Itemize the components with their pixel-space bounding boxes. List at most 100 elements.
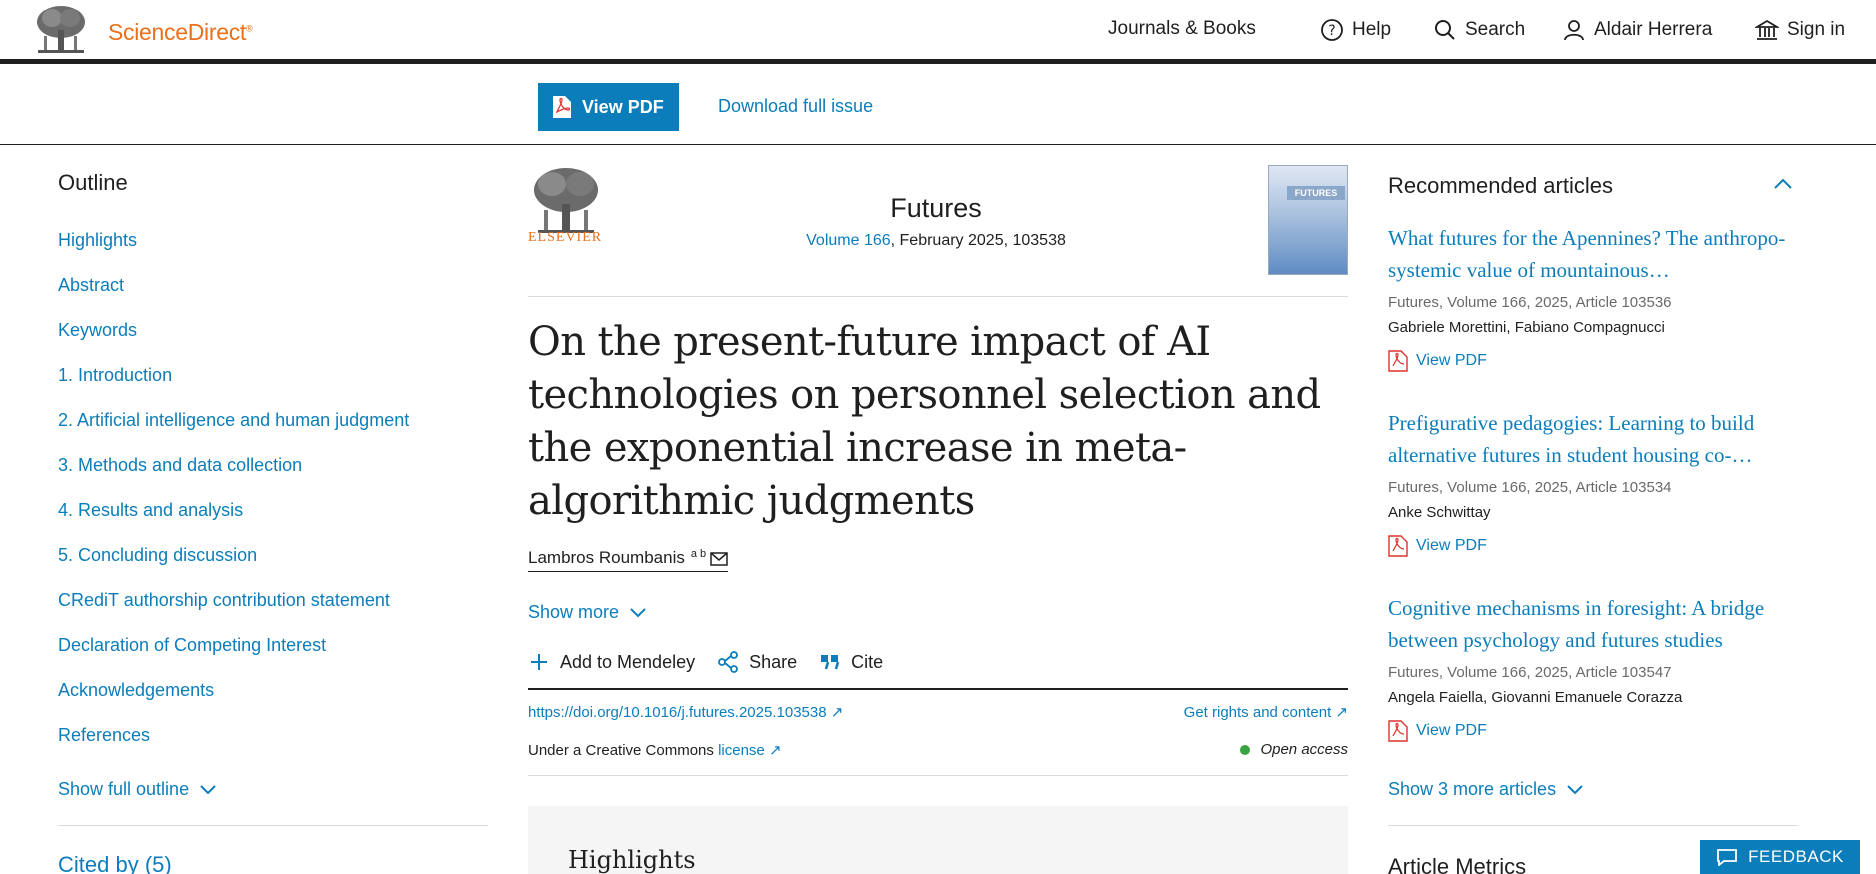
divider [58, 825, 488, 826]
external-link-icon: ↗ [768, 742, 782, 759]
recommended-view-pdf-link[interactable]: View PDF [1388, 350, 1798, 372]
recommended-article: Cognitive mechanisms in foresight: A bri… [1388, 592, 1798, 742]
recommended-article-authors: Anke Schwittay [1388, 504, 1491, 521]
outline-item[interactable]: 3. Methods and data collection [58, 453, 409, 498]
top-header: ScienceDirect® Journals & Books ? Help S… [0, 0, 1876, 64]
outline-item[interactable]: Declaration of Competing Interest [58, 633, 409, 678]
recommended-article-meta: Futures, Volume 166, 2025, Article 10353… [1388, 479, 1672, 496]
volume-link[interactable]: Volume 166 [806, 232, 891, 249]
add-to-mendeley-label: Add to Mendeley [560, 651, 696, 672]
svg-text:?: ? [1328, 23, 1335, 39]
outline-item[interactable]: 1. Introduction [58, 363, 409, 408]
cited-by-link[interactable]: Cited by (5) [58, 852, 172, 874]
download-full-issue-link[interactable]: Download full issue [718, 96, 873, 117]
cite-label: Cite [851, 651, 884, 672]
show-full-outline-label: Show full outline [58, 779, 190, 799]
pdf-icon [1388, 720, 1408, 742]
divider [528, 688, 1348, 690]
article-toolbar: View PDF Download full issue [0, 64, 1876, 145]
license-link[interactable]: license ↗ [718, 742, 781, 759]
show-full-outline-button[interactable]: Show full outline [58, 779, 217, 800]
highlights-section: Highlights [528, 806, 1348, 874]
outline-item[interactable]: 2. Artificial intelligence and human jud… [58, 408, 409, 453]
recommended-article-authors: Angela Faiella, Giovanni Emanuele Corazz… [1388, 689, 1683, 706]
divider [528, 775, 1348, 776]
user-name: Aldair Herrera [1594, 19, 1713, 40]
feedback-label: FEEDBACK [1748, 847, 1844, 866]
show-more-button[interactable]: Show more [528, 602, 647, 623]
outline-list: Highlights Abstract Keywords 1. Introduc… [58, 228, 409, 768]
doi-link[interactable]: https://doi.org/10.1016/j.futures.2025.1… [528, 703, 843, 721]
recommended-article-title[interactable]: What futures for the Apennines? The anth… [1388, 222, 1798, 286]
journal-cover-image[interactable]: FUTURES [1268, 165, 1348, 275]
article-metrics-heading: Article Metrics [1388, 854, 1527, 874]
outline-item[interactable]: Keywords [58, 318, 409, 363]
chat-bubble-icon [1717, 849, 1738, 866]
doi-text: https://doi.org/10.1016/j.futures.2025.1… [528, 704, 827, 721]
outline-item[interactable]: Highlights [58, 228, 409, 273]
external-link-icon: ↗ [830, 704, 844, 721]
recommended-articles-heading: Recommended articles [1388, 173, 1613, 198]
divider [528, 296, 1348, 297]
outline-item[interactable]: Abstract [58, 273, 409, 318]
journal-title[interactable]: Futures [740, 193, 1132, 224]
search-link[interactable]: Search [1433, 18, 1525, 42]
pdf-icon [553, 96, 571, 118]
institution-icon [1755, 19, 1779, 40]
cite-button[interactable]: Cite [819, 651, 883, 673]
elsevier-tree-logo-icon[interactable] [32, 4, 90, 56]
view-pdf-label: View PDF [582, 96, 664, 117]
outline-heading: Outline [58, 170, 128, 195]
open-access-label: Open access [1260, 741, 1348, 758]
search-icon [1435, 20, 1455, 40]
get-rights-link[interactable]: Get rights and content ↗ [1166, 703, 1348, 721]
chevron-down-icon [1567, 784, 1583, 794]
recommended-view-pdf-link[interactable]: View PDF [1388, 535, 1798, 557]
recommended-article-authors: Gabriele Morettini, Fabiano Compagnucci [1388, 319, 1665, 336]
share-icon [718, 651, 738, 673]
outline-item[interactable]: CRediT authorship contribution statement [58, 588, 409, 633]
view-pdf-button[interactable]: View PDF [538, 83, 679, 131]
open-access-badge: Open access [1238, 741, 1348, 758]
recommended-view-pdf-link[interactable]: View PDF [1388, 720, 1798, 742]
recommended-article-title[interactable]: Prefigurative pedagogies: Learning to bu… [1388, 407, 1798, 471]
show-more-label: Show more [528, 602, 620, 622]
elsevier-wordmark: ELSEVIER [528, 230, 603, 245]
author-affiliations: a b [690, 548, 707, 560]
issue-date: , February 2025, 103538 [890, 232, 1066, 249]
chevron-down-icon [630, 607, 646, 617]
search-label: Search [1465, 19, 1526, 40]
user-account-link[interactable]: Aldair Herrera [1562, 18, 1712, 42]
chevron-up-icon[interactable] [1772, 175, 1794, 191]
feedback-button[interactable]: FEEDBACK [1700, 840, 1860, 874]
outline-item[interactable]: 5. Concluding discussion [58, 543, 409, 588]
share-button[interactable]: Share [717, 651, 797, 673]
sign-in-link[interactable]: Sign in [1755, 18, 1845, 42]
open-access-dot-icon [1240, 744, 1251, 755]
outline-item[interactable]: References [58, 723, 409, 768]
share-label: Share [749, 651, 798, 672]
sciencedirect-logo[interactable]: ScienceDirect® [108, 19, 253, 46]
creative-commons-line: Under a Creative Commons license ↗ [528, 741, 782, 759]
outline-item[interactable]: Acknowledgements [58, 678, 409, 723]
article-title: On the present-future impact of AI techn… [528, 319, 1321, 524]
author-name: Lambros Roumbanis [528, 548, 685, 567]
divider [1388, 825, 1798, 826]
recommended-article-title[interactable]: Cognitive mechanisms in foresight: A bri… [1388, 592, 1798, 656]
recommended-article-meta: Futures, Volume 166, 2025, Article 10354… [1388, 664, 1672, 681]
help-link[interactable]: ? Help [1320, 18, 1391, 42]
journals-books-link[interactable]: Journals & Books [1108, 18, 1256, 40]
view-pdf-label: View PDF [1416, 352, 1487, 369]
journals-books-label: Journals & Books [1108, 18, 1256, 39]
journal-issue-meta: Volume 166, February 2025, 103538 [740, 232, 1132, 250]
outline-item[interactable]: 4. Results and analysis [58, 498, 409, 543]
add-to-mendeley-button[interactable]: Add to Mendeley [528, 651, 695, 673]
pdf-icon [1388, 350, 1408, 372]
highlights-heading: Highlights [568, 846, 696, 874]
show-more-articles-button[interactable]: Show 3 more articles [1388, 779, 1584, 800]
external-link-icon: ↗ [1335, 704, 1348, 721]
help-label: Help [1352, 19, 1392, 40]
author-button[interactable]: Lambros Roumbanis a b [528, 548, 729, 572]
sign-in-label: Sign in [1787, 19, 1846, 40]
help-icon: ? [1321, 19, 1343, 41]
